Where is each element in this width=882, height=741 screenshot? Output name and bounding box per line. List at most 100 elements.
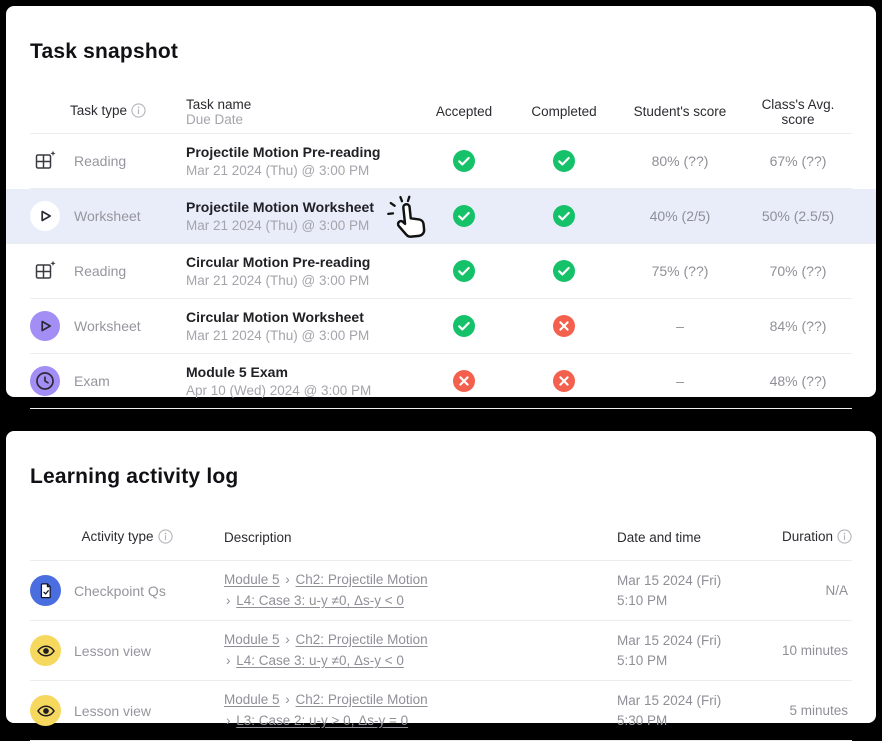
class-avg-score: 84% (??) <box>770 318 827 334</box>
eye-icon <box>35 700 57 722</box>
breadcrumb-separator: › <box>280 632 296 647</box>
task-name: Circular Motion Pre-reading <box>186 253 416 272</box>
column-date-time: Date and time <box>617 530 767 545</box>
task-type-icon <box>30 366 60 396</box>
activity-type-label: Checkpoint Qs <box>74 583 224 599</box>
task-name-cell: Circular Motion Pre-reading Mar 21 2024 … <box>186 253 416 290</box>
column-duration: Duration <box>782 529 852 547</box>
check-circle-icon <box>553 150 575 172</box>
class-avg-score: 48% (??) <box>770 373 827 389</box>
table-row[interactable]: Exam Module 5 Exam Apr 10 (Wed) 2024 @ 3… <box>6 354 876 409</box>
task-name: Projectile Motion Pre-reading <box>186 143 416 162</box>
task-snapshot-panel: Task snapshot Task type Task name Due Da… <box>6 6 876 397</box>
breadcrumb-separator: › <box>280 692 296 707</box>
table-row[interactable]: Reading Circular Motion Pre-reading Mar … <box>6 244 876 299</box>
task-due-date: Mar 21 2024 (Thu) @ 3:00 PM <box>186 327 416 345</box>
description-link[interactable]: Module 5 <box>224 632 280 647</box>
accepted-cell <box>453 260 475 282</box>
column-student-score: Student's score <box>634 104 727 119</box>
description-link[interactable]: Module 5 <box>224 572 280 587</box>
activity-log-title: Learning activity log <box>6 448 876 497</box>
info-icon[interactable] <box>158 529 173 547</box>
student-score: – <box>616 318 744 334</box>
accepted-cell <box>453 150 475 172</box>
column-accepted: Accepted <box>436 104 492 119</box>
activity-time: 5:10 PM <box>617 651 767 671</box>
description-link[interactable]: L4: Case 3: u-y ≠0, Δs-y < 0 <box>236 593 404 608</box>
play-icon <box>33 314 57 338</box>
activity-datetime: Mar 15 2024 (Fri) 5:10 PM <box>617 571 767 610</box>
check-circle-icon <box>453 260 475 282</box>
play-icon <box>33 204 57 228</box>
task-type-label: Reading <box>74 153 186 169</box>
activity-description: Module 5 › Ch2: Projectile Motion› L4: C… <box>224 570 617 612</box>
task-type-icon <box>30 256 60 286</box>
student-score: 40% (2/5) <box>616 208 744 224</box>
description-link[interactable]: Module 5 <box>224 692 280 707</box>
task-name-cell: Circular Motion Worksheet Mar 21 2024 (T… <box>186 308 416 345</box>
activity-duration: 5 minutes <box>767 703 852 718</box>
completed-cell <box>553 370 575 392</box>
table-row[interactable]: Lesson view Module 5 › Ch2: Projectile M… <box>6 681 876 741</box>
activity-description: Module 5 › Ch2: Projectile Motion› L4: C… <box>224 630 617 672</box>
task-due-date: Mar 21 2024 (Thu) @ 3:00 PM <box>186 162 416 180</box>
x-circle-icon <box>453 370 475 392</box>
class-avg-score: 67% (??) <box>770 153 827 169</box>
description-link[interactable]: L4: Case 3: u-y ≠0, Δs-y < 0 <box>236 653 404 668</box>
check-circle-icon <box>453 205 475 227</box>
class-avg-score: 50% (2.5/5) <box>762 208 834 224</box>
table-row[interactable]: Worksheet Circular Motion Worksheet Mar … <box>6 299 876 354</box>
activity-type-icon <box>30 575 61 606</box>
task-due-date: Apr 10 (Wed) 2024 @ 3:00 PM <box>186 382 416 400</box>
activity-datetime: Mar 15 2024 (Fri) 5:30 PM <box>617 691 767 730</box>
activity-duration: N/A <box>767 583 852 598</box>
description-link[interactable]: Ch2: Projectile Motion <box>296 572 428 587</box>
task-due-date: Mar 21 2024 (Thu) @ 3:00 PM <box>186 272 416 290</box>
table-row[interactable]: Reading Projectile Motion Pre-reading Ma… <box>6 134 876 189</box>
document-check-icon <box>36 581 56 601</box>
completed-cell <box>553 260 575 282</box>
column-activity-type: Activity type <box>81 529 172 547</box>
column-description: Description <box>224 530 617 545</box>
table-row[interactable]: Lesson view Module 5 › Ch2: Projectile M… <box>6 621 876 681</box>
task-name: Projectile Motion Worksheet <box>186 198 416 217</box>
completed-cell <box>553 315 575 337</box>
activity-type-label: Lesson view <box>74 643 224 659</box>
accepted-cell <box>453 315 475 337</box>
accepted-cell <box>453 205 475 227</box>
breadcrumb-separator: › <box>224 593 236 608</box>
student-score: 80% (??) <box>616 153 744 169</box>
activity-date: Mar 15 2024 (Fri) <box>617 691 767 711</box>
description-link[interactable]: Ch2: Projectile Motion <box>296 632 428 647</box>
completed-cell <box>553 150 575 172</box>
table-row[interactable]: Worksheet Projectile Motion Worksheet Ma… <box>6 189 876 244</box>
task-name: Circular Motion Worksheet <box>186 308 416 327</box>
breadcrumb-separator: › <box>224 713 236 728</box>
activity-date: Mar 15 2024 (Fri) <box>617 571 767 591</box>
activity-table-header: Activity type Description Date and time … <box>6 515 876 561</box>
student-score: 75% (??) <box>616 263 744 279</box>
task-type-label: Worksheet <box>74 318 186 334</box>
eye-icon <box>35 640 57 662</box>
breadcrumb-separator: › <box>224 653 236 668</box>
task-type-icon <box>30 201 60 231</box>
breadcrumb-separator: › <box>280 572 296 587</box>
check-circle-icon <box>553 260 575 282</box>
task-type-icon <box>30 146 60 176</box>
task-type-label: Reading <box>74 263 186 279</box>
activity-log-panel: Learning activity log Activity type Desc… <box>6 431 876 723</box>
clock-icon <box>33 369 57 393</box>
task-name: Module 5 Exam <box>186 363 416 382</box>
info-icon[interactable] <box>131 103 146 121</box>
activity-table-body: Checkpoint Qs Module 5 › Ch2: Projectile… <box>6 561 876 741</box>
info-icon[interactable] <box>837 529 852 547</box>
task-name-cell: Projectile Motion Pre-reading Mar 21 202… <box>186 143 416 180</box>
reading-icon <box>33 259 57 283</box>
activity-datetime: Mar 15 2024 (Fri) 5:10 PM <box>617 631 767 670</box>
description-link[interactable]: Ch2: Projectile Motion <box>296 692 428 707</box>
table-row[interactable]: Checkpoint Qs Module 5 › Ch2: Projectile… <box>6 561 876 621</box>
task-type-icon <box>30 311 60 341</box>
activity-description: Module 5 › Ch2: Projectile Motion› L3: C… <box>224 690 617 732</box>
description-link[interactable]: L3: Case 2: u-y > 0, Δs-y = 0 <box>236 713 408 728</box>
activity-duration: 10 minutes <box>767 643 852 658</box>
